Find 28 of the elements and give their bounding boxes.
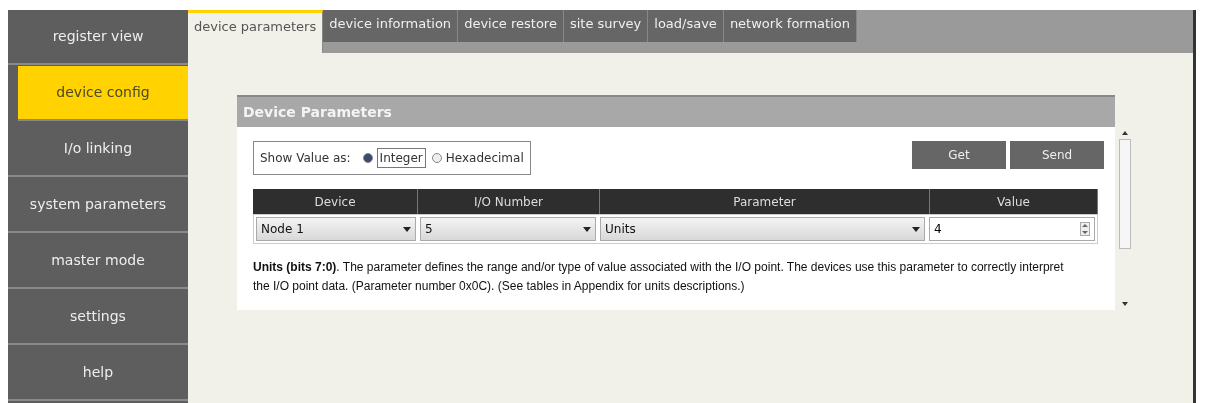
sidebar-item[interactable]: device config [18,66,188,121]
tab[interactable]: device restore [458,10,564,42]
scrollbar-thumb[interactable] [1119,139,1131,249]
tab[interactable]: network formation [723,10,857,42]
action-button[interactable]: Send [1010,141,1104,169]
dropdown[interactable]: Units [600,217,925,241]
show-value-label: Show Value as: [260,150,351,167]
scroll-up-icon[interactable] [1122,131,1128,135]
spinner-icon [1080,222,1090,236]
panel-title: Device Parameters [237,95,1115,127]
dropdown-arrow-icon [912,226,920,232]
dropdown[interactable]: 5 [420,217,596,241]
action-button[interactable]: Get [912,141,1006,169]
tab[interactable]: device parameters [188,10,324,53]
column-header: Device [253,189,418,214]
column-header: Parameter [600,189,930,214]
dropdown-arrow-icon [583,226,591,232]
value-field[interactable]: 4 [929,217,1095,241]
column-header: Value [930,189,1098,214]
scroll-down-icon[interactable] [1122,302,1128,306]
tab[interactable]: device information [323,10,459,42]
dropdown[interactable]: Node 1 [256,217,416,241]
parameter-description: Units (bits 7:0). The parameter defines the range and/or type of value associated with the I/O point. The devices use this parameter to correctly interpret the I/O point data. (Parameter number 0x0C). (See tables in Appendix for units descriptions.) [253,259,1065,295]
radio-option[interactable]: Hexadecimal [431,149,524,167]
column-header: I/O Number [418,189,600,214]
tab[interactable]: load/save [648,10,724,42]
dropdown-arrow-icon [403,226,411,232]
tab[interactable]: site survey [563,10,649,42]
